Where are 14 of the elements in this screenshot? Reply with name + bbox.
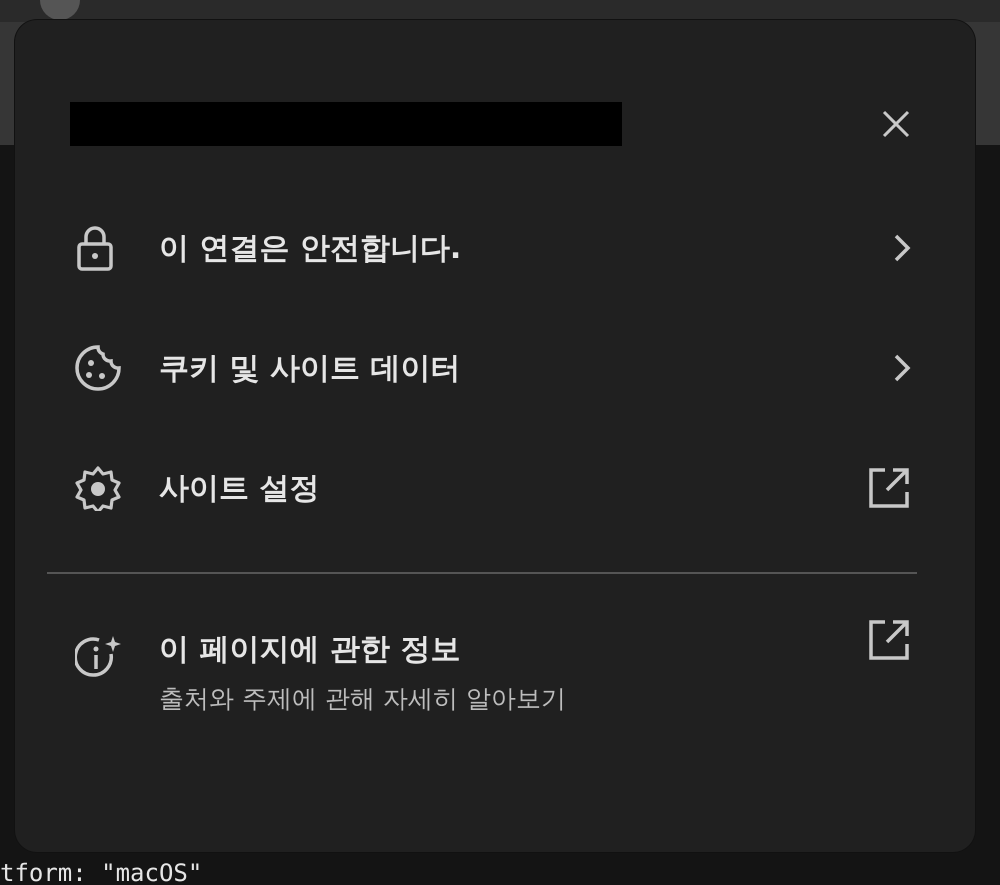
menu-item-label: 사이트 설정 bbox=[159, 470, 320, 508]
menu-item[interactable]: 쿠키 및 사이트 데이터 bbox=[75, 308, 911, 428]
menu-item-label: 쿠키 및 사이트 데이터 bbox=[159, 350, 462, 388]
menu-item-label: 이 페이지에 관한 정보 bbox=[159, 631, 462, 669]
menu-item-label: 이 연결은 안전합니다. bbox=[159, 230, 462, 268]
menu-item[interactable]: 사이트 설정 bbox=[75, 428, 911, 548]
lock-icon bbox=[75, 225, 115, 271]
menu-item[interactable]: 이 페이지에 관한 정보 출처와 주제에 관해 자세히 알아보기 bbox=[75, 582, 911, 732]
menu-item-subtitle: 출처와 주제에 관해 자세히 알아보기 bbox=[159, 683, 567, 715]
cookie-icon bbox=[75, 345, 121, 391]
gear-icon bbox=[75, 465, 121, 511]
code-text: tform: "macOS" bbox=[0, 859, 202, 885]
menu-item[interactable]: 이 연결은 안전합니다. bbox=[75, 188, 911, 308]
close-icon bbox=[881, 109, 911, 139]
